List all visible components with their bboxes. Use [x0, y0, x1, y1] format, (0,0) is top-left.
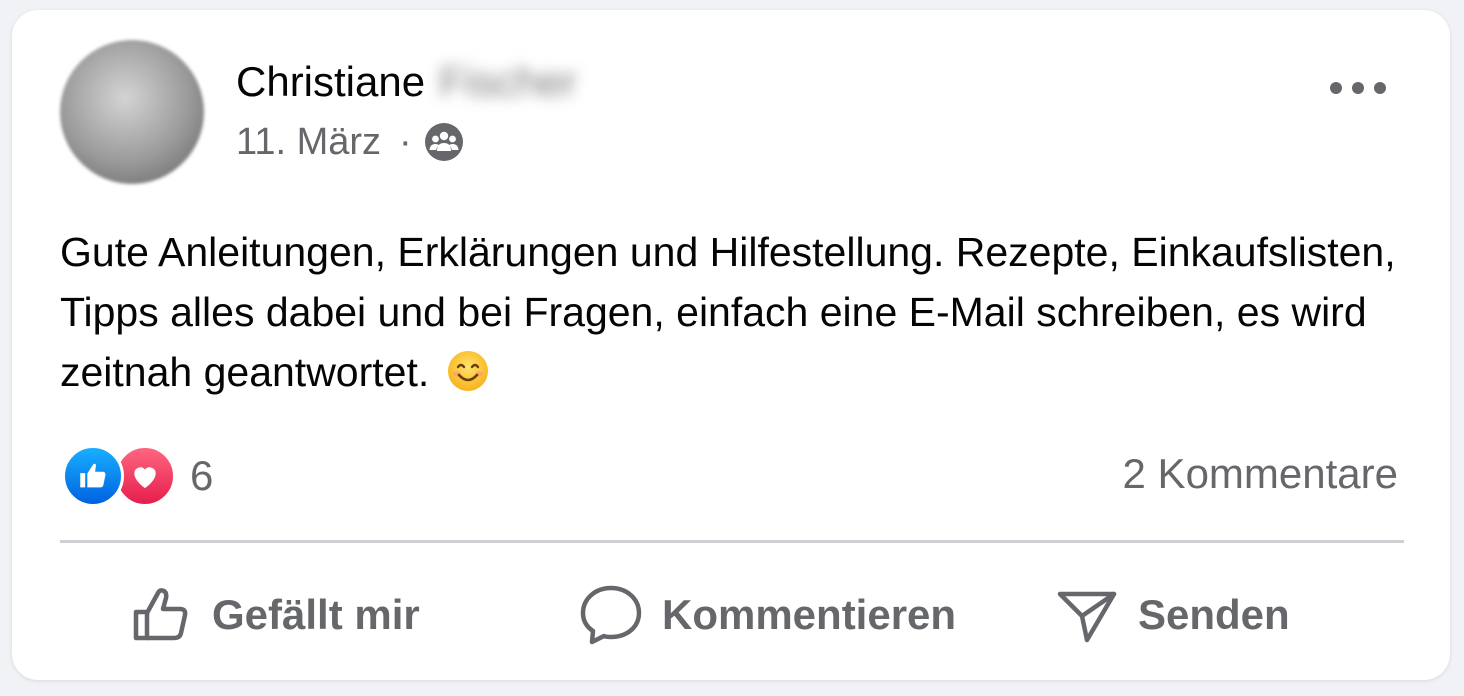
more-dot-icon — [1330, 82, 1342, 94]
like-icon — [62, 445, 124, 507]
send-button[interactable]: Senden — [1054, 582, 1404, 648]
action-divider — [60, 540, 1404, 543]
reaction-count: 6 — [190, 452, 214, 499]
meta-separator: · — [399, 120, 412, 163]
author-name[interactable]: Christiane Fischer — [236, 58, 577, 106]
post-meta: 11. März · — [236, 118, 464, 166]
action-bar: Gefällt mir Kommentieren Senden — [60, 570, 1404, 660]
post-date[interactable]: 11. März — [236, 121, 381, 164]
more-dot-icon — [1374, 82, 1386, 94]
more-options-button[interactable] — [1330, 70, 1386, 106]
post-body: Gute Anleitungen, Erklärungen und Hilfes… — [60, 229, 1396, 395]
send-icon — [1057, 591, 1117, 643]
author-first-name[interactable]: Christiane — [236, 58, 425, 105]
reactions-summary[interactable]: 6 — [62, 445, 214, 507]
comment-bubble-icon — [580, 585, 642, 645]
comments-count-link[interactable]: 2 Kommentare — [1123, 450, 1398, 498]
thumbs-up-icon — [133, 588, 188, 641]
author-avatar[interactable] — [60, 40, 204, 184]
like-button[interactable]: Gefällt mir — [108, 582, 578, 648]
smiling-face-emoji — [447, 351, 488, 391]
author-last-name-blurred: Fischer — [439, 58, 577, 105]
send-button-label: Senden — [1138, 591, 1290, 638]
post-card: Christiane Fischer 11. März · Gute Anleit… — [12, 10, 1450, 680]
like-button-label: Gefällt mir — [212, 591, 420, 638]
comment-button-label: Kommentieren — [662, 591, 957, 638]
group-icon[interactable] — [424, 122, 464, 162]
more-dot-icon — [1352, 82, 1364, 94]
post-text: Gute Anleitungen, Erklärungen und Hilfes… — [60, 222, 1400, 402]
comment-button[interactable]: Kommentieren — [578, 582, 1038, 648]
